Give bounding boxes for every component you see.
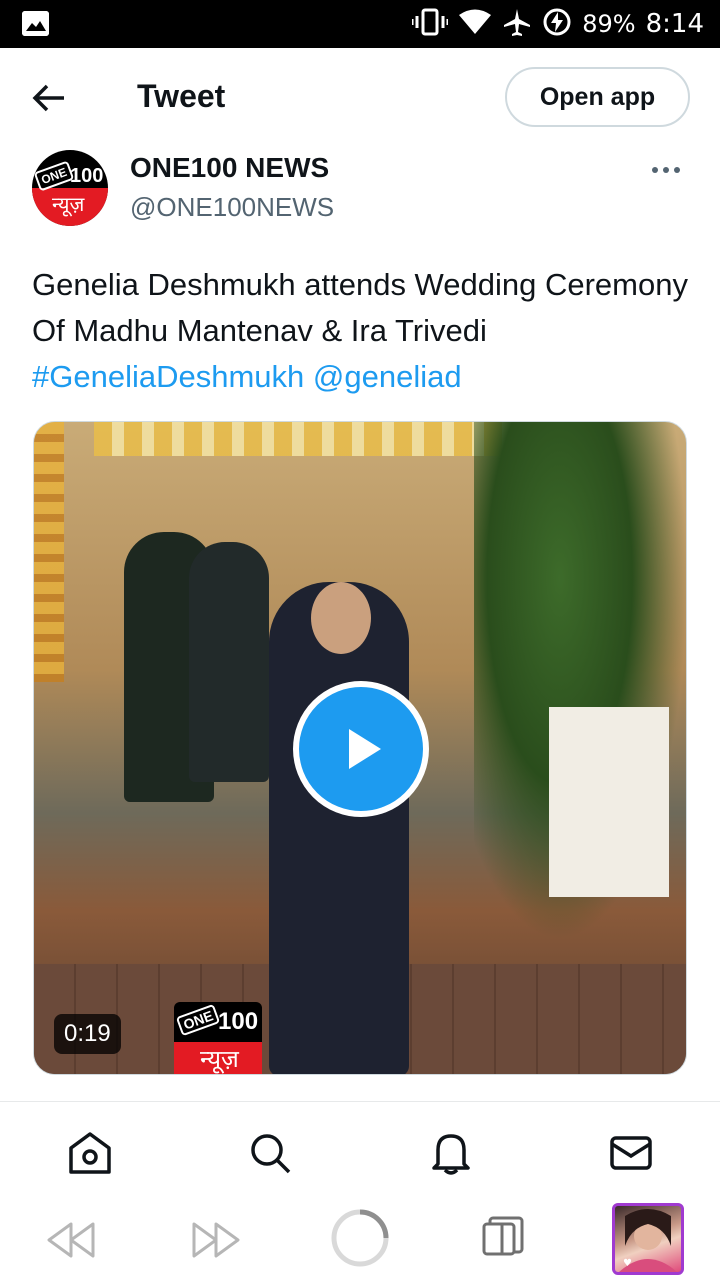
vibrate-icon (410, 8, 450, 41)
avatar-logo-one: ONE (33, 160, 75, 192)
fast-forward-icon[interactable] (190, 1220, 242, 1265)
video-player[interactable]: 0:19 ONE 100 न्यूज़ (33, 421, 687, 1075)
battery-percent: 89% (582, 10, 636, 38)
watermark-hindi: न्यूज़ (200, 1045, 239, 1073)
avatar-logo-hindi: न्यूज़ (52, 192, 85, 216)
notifications-icon[interactable] (428, 1130, 474, 1176)
author-handle[interactable]: @ONE100NEWS (130, 192, 334, 223)
more-options-icon[interactable] (652, 164, 688, 176)
messages-icon[interactable] (608, 1130, 654, 1176)
avatar-logo-num: 100 (70, 165, 104, 187)
tabs-icon[interactable] (480, 1214, 526, 1261)
wifi-icon (458, 8, 492, 41)
battery-charging-icon (542, 7, 572, 42)
video-scene-pillar (549, 707, 669, 897)
status-icons: 89% 8:14 (410, 0, 704, 48)
loading-icon[interactable] (330, 1208, 390, 1273)
bottom-nav (0, 1102, 720, 1200)
open-app-button[interactable]: Open app (505, 67, 690, 127)
video-scene-flowers (34, 422, 64, 682)
video-scene-person (189, 542, 269, 782)
home-icon[interactable] (67, 1130, 113, 1176)
tweet-body: Genelia Deshmukh attends Wedding Ceremon… (32, 267, 688, 348)
video-watermark-logo: ONE 100 न्यूज़ (174, 1002, 262, 1074)
video-scene-garland (94, 422, 534, 456)
page-title: Tweet (137, 78, 226, 114)
clock: 8:14 (645, 9, 704, 39)
video-duration: 0:19 (54, 1014, 121, 1054)
play-icon (349, 729, 381, 769)
browser-toolbar: ♥ (0, 1200, 720, 1280)
author-display-name[interactable]: ONE100 NEWS (130, 152, 329, 184)
tweet-text: Genelia Deshmukh attends Wedding Ceremon… (32, 262, 692, 400)
video-scene-subject-head (311, 582, 371, 654)
airplane-icon (502, 7, 532, 42)
rewind-icon[interactable] (45, 1220, 97, 1265)
arrow-left-icon[interactable] (30, 78, 70, 118)
search-icon[interactable] (247, 1130, 293, 1176)
svg-text:♥: ♥ (623, 1258, 632, 1269)
video-scene-subject (269, 582, 409, 1074)
gallery-icon (22, 11, 49, 36)
watermark-num: 100 (218, 1008, 259, 1035)
avatar[interactable]: ONE 100 न्यूज़ (32, 150, 108, 226)
status-bar: 89% 8:14 (0, 0, 720, 48)
tweet-header: Tweet Open app (0, 48, 720, 144)
mention-link[interactable]: @geneliad (313, 359, 462, 394)
profile-avatar[interactable]: ♥ (612, 1203, 684, 1275)
play-button[interactable] (293, 681, 429, 817)
hashtag-link[interactable]: #GeneliaDeshmukh (32, 359, 304, 394)
